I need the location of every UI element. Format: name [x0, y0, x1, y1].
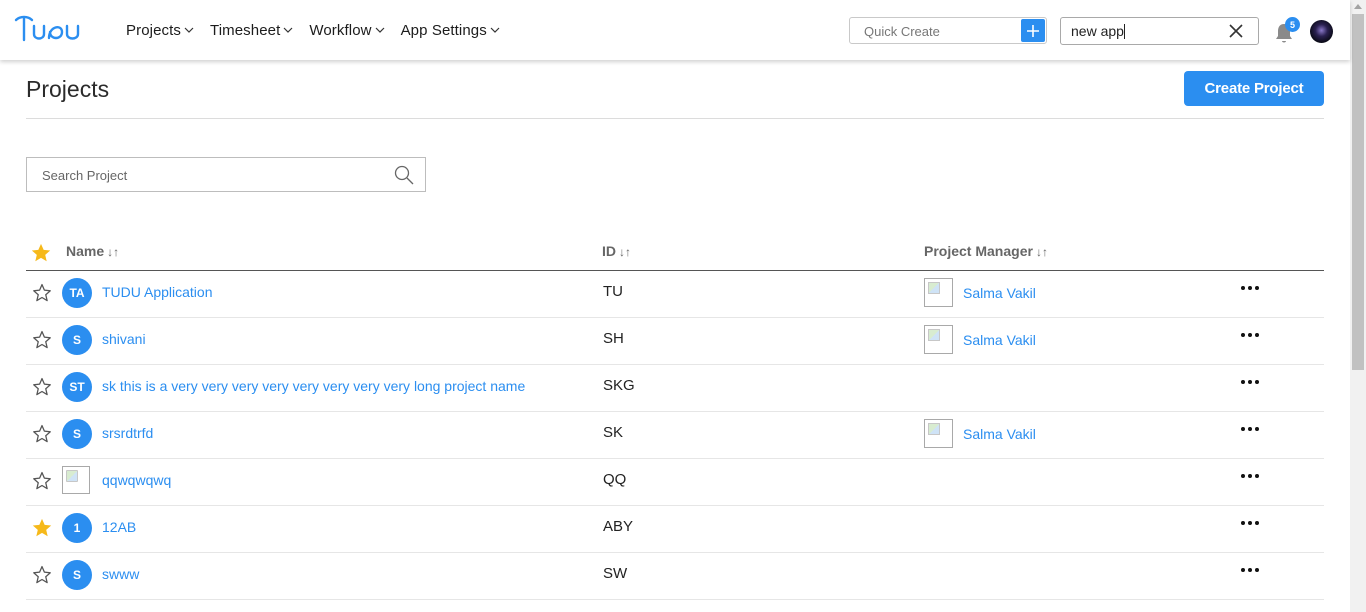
- table-row: Sswww SW: [26, 552, 1324, 600]
- column-header-name[interactable]: Name ↓↑: [66, 243, 119, 259]
- nav-projects-label: Projects: [126, 21, 181, 39]
- star-icon[interactable]: [31, 376, 53, 398]
- project-id: TU: [603, 283, 623, 300]
- table-row: ST sk this is a very very very very very …: [26, 364, 1324, 412]
- main-nav: Projects Timesheet Workflow App Settings: [126, 0, 516, 60]
- table-row: TA TUDU Application TU Salma Vakil: [26, 270, 1324, 318]
- more-icon[interactable]: [1241, 329, 1259, 341]
- column-manager-label: Project Manager: [924, 243, 1033, 259]
- star-icon[interactable]: [31, 282, 53, 304]
- plus-icon: [1027, 24, 1039, 37]
- project-initials-avatar: 1: [62, 513, 92, 543]
- search-icon[interactable]: [394, 165, 414, 185]
- project-initials-avatar: TA: [62, 278, 92, 308]
- project-id: SK: [603, 424, 624, 441]
- create-project-button[interactable]: Create Project: [1184, 71, 1324, 106]
- project-name-link[interactable]: qqwqwqwq: [102, 472, 171, 488]
- scroll-up-arrow[interactable]: [1354, 4, 1362, 9]
- close-icon[interactable]: [1228, 23, 1244, 39]
- project-id: SH: [603, 330, 624, 347]
- project-id: QQ: [603, 471, 627, 488]
- table-header: Name ↓↑ ID ↓↑ Project Manager ↓↑: [26, 234, 1324, 271]
- project-name-link[interactable]: shivani: [102, 331, 146, 347]
- table-row: 1 12AB ABY: [26, 505, 1324, 553]
- sort-icon: ↓↑: [1035, 245, 1048, 259]
- project-id: SKG: [603, 377, 635, 394]
- star-icon[interactable]: [30, 242, 52, 264]
- star-icon[interactable]: [31, 517, 53, 539]
- quick-create-button[interactable]: [1021, 19, 1045, 42]
- chevron-down-icon: [490, 27, 500, 33]
- chevron-down-icon: [283, 27, 293, 33]
- manager-avatar: [924, 419, 953, 448]
- project-manager-link[interactable]: Salma Vakil: [963, 332, 1036, 348]
- global-search-input[interactable]: new app: [1060, 17, 1259, 45]
- more-icon[interactable]: [1241, 282, 1259, 294]
- star-icon[interactable]: [31, 564, 53, 586]
- project-initials-avatar: S: [62, 560, 92, 590]
- manager-avatar: [924, 278, 953, 307]
- project-image: [62, 466, 90, 494]
- top-navbar: Projects Timesheet Workflow App Settings…: [0, 0, 1350, 60]
- notification-badge: 5: [1285, 17, 1300, 32]
- chevron-down-icon: [375, 27, 385, 33]
- project-id: SW: [603, 565, 628, 582]
- quick-create-input[interactable]: Quick Create: [849, 17, 1047, 44]
- more-icon[interactable]: [1241, 470, 1259, 482]
- project-name-link[interactable]: srsrdtrfd: [102, 425, 153, 441]
- column-header-project-manager[interactable]: Project Manager ↓↑: [924, 243, 1048, 259]
- global-search-value: new app: [1071, 23, 1125, 39]
- project-id: ABY: [603, 518, 634, 535]
- table-row: qqwqwqwq QQ: [26, 458, 1324, 506]
- project-name-link[interactable]: sk this is a very very very very very ve…: [102, 378, 525, 394]
- scrollbar-thumb[interactable]: [1352, 14, 1364, 370]
- project-name-link[interactable]: 12AB: [102, 519, 136, 535]
- project-name-link[interactable]: swww: [102, 566, 139, 582]
- nav-workflow[interactable]: Workflow: [309, 21, 385, 39]
- chevron-down-icon: [184, 27, 194, 33]
- header-divider: [26, 118, 1324, 119]
- manager-avatar: [924, 325, 953, 354]
- more-icon[interactable]: [1241, 376, 1259, 388]
- page-scrollbar[interactable]: [1350, 0, 1366, 612]
- search-project-placeholder: Search Project: [42, 168, 128, 183]
- user-avatar[interactable]: [1310, 20, 1333, 43]
- star-icon[interactable]: [31, 470, 53, 492]
- sort-icon: ↓↑: [619, 245, 631, 259]
- project-manager-link[interactable]: Salma Vakil: [963, 285, 1036, 301]
- project-manager-link[interactable]: Salma Vakil: [963, 426, 1036, 442]
- search-project-input[interactable]: Search Project: [26, 157, 426, 192]
- nav-workflow-label: Workflow: [309, 21, 372, 39]
- nav-app-settings[interactable]: App Settings: [401, 22, 500, 39]
- tudu-logo[interactable]: [14, 14, 84, 44]
- star-icon[interactable]: [31, 329, 53, 351]
- project-initials-avatar: S: [62, 325, 92, 355]
- table-row: Ssrsrdtrfd SK Salma Vakil: [26, 411, 1324, 459]
- column-name-label: Name: [66, 243, 105, 259]
- page-title: Projects: [26, 76, 110, 102]
- nav-timesheet[interactable]: Timesheet: [210, 22, 293, 39]
- project-initials-avatar: S: [62, 419, 92, 449]
- nav-timesheet-label: Timesheet: [210, 21, 281, 39]
- more-icon[interactable]: [1241, 423, 1259, 435]
- star-icon[interactable]: [31, 423, 53, 445]
- more-icon[interactable]: [1241, 517, 1259, 529]
- sort-icon: ↓↑: [107, 245, 120, 259]
- table-row: Sshivani SH Salma Vakil: [26, 317, 1324, 365]
- project-initials-avatar: ST: [62, 372, 92, 402]
- column-header-id[interactable]: ID ↓↑: [602, 243, 631, 259]
- nav-projects[interactable]: Projects: [126, 22, 194, 39]
- more-icon[interactable]: [1241, 564, 1259, 576]
- column-id-label: ID: [602, 243, 616, 259]
- project-name-link[interactable]: TUDU Application: [102, 284, 213, 300]
- quick-create-placeholder: Quick Create: [864, 24, 940, 39]
- nav-app-settings-label: App Settings: [400, 21, 487, 39]
